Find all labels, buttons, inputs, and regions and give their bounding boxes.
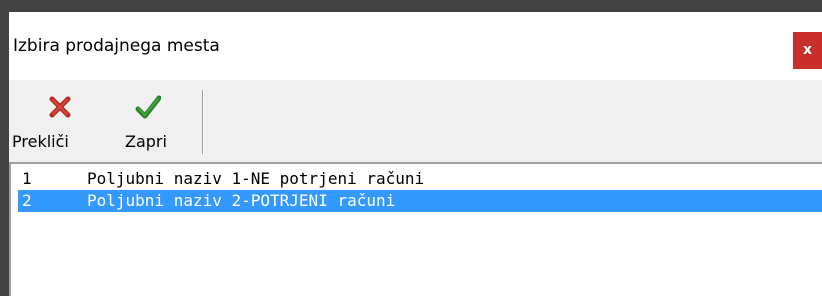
close-dialog-label: Zapri — [125, 132, 167, 151]
dialog-window: Izbira prodajnega mesta x Prekliči Zapri… — [9, 12, 822, 296]
toolbar-separator — [202, 90, 204, 154]
window-frame-top — [0, 0, 822, 12]
close-dialog-button[interactable]: Zapri — [121, 80, 201, 162]
item-number: 1 — [22, 169, 32, 188]
green-check-icon — [135, 95, 161, 119]
red-x-icon — [49, 96, 71, 118]
item-name: Poljubni naziv 1-NE potrjeni računi — [87, 169, 425, 188]
cancel-button[interactable]: Prekliči — [9, 80, 119, 162]
toolbar: Prekliči Zapri — [9, 80, 822, 162]
item-number: 2 — [22, 191, 32, 210]
title-bar[interactable]: Izbira prodajnega mesta x — [9, 12, 822, 80]
list-item[interactable]: 1 Poljubni naziv 1-NE potrjeni računi — [18, 168, 822, 190]
list-item-selected[interactable]: 2 Poljubni naziv 2-POTRJENI računi — [18, 190, 822, 212]
sales-point-list[interactable]: 1 Poljubni naziv 1-NE potrjeni računi 2 … — [9, 162, 822, 296]
item-name: Poljubni naziv 2-POTRJENI računi — [87, 191, 396, 210]
close-button[interactable]: x — [793, 32, 822, 69]
close-icon: x — [802, 42, 813, 58]
cancel-label: Prekliči — [12, 132, 69, 151]
window-title: Izbira prodajnega mesta — [13, 36, 220, 56]
window-frame-left — [0, 0, 9, 296]
